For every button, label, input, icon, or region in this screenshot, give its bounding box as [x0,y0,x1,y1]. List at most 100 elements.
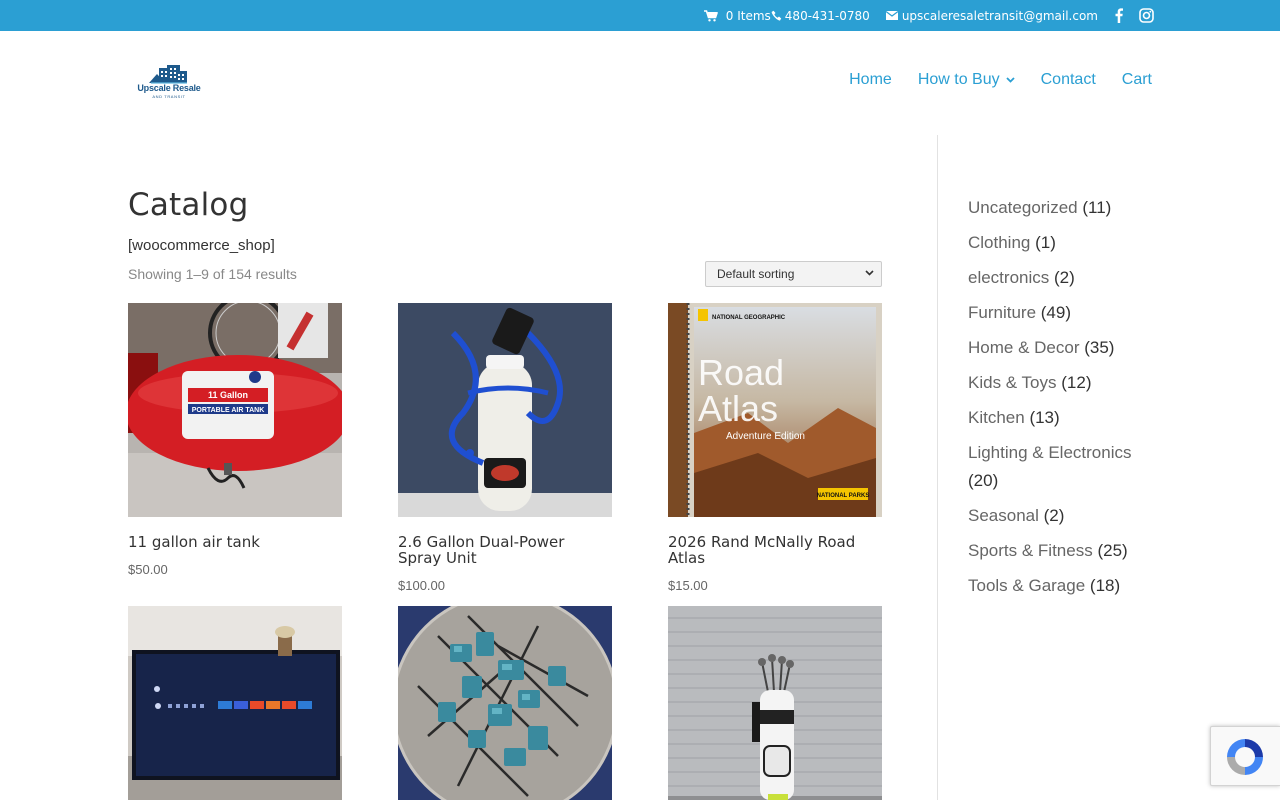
sorting-select[interactable]: Default sorting [705,261,882,287]
phone-link[interactable]: 480-431-0780 [771,9,870,23]
product-card[interactable]: 11 Gallon PORTABLE AIR TANK 11 gallon ai… [128,303,342,577]
category-item[interactable]: Tools & Garage (18) [968,572,1158,600]
product-card[interactable]: NATIONAL GEOGRAPHIC Road Atlas Adventure… [668,303,882,593]
main-nav: Home How to Buy Contact Cart [849,71,1152,89]
category-link[interactable]: Uncategorized [968,198,1078,217]
chevron-down-icon [1005,77,1015,83]
category-link[interactable]: Kitchen [968,408,1025,427]
sorting-select-value: Default sorting [717,267,795,281]
product-price: $50.00 [128,562,168,577]
category-item[interactable]: Kids & Toys (12) [968,369,1158,397]
category-count: (49) [1040,303,1071,322]
top-bar: 0 Items 480-431-0780 upscaleresaletransi… [0,0,1280,31]
category-item[interactable]: Furniture (49) [968,299,1158,327]
category-item[interactable]: Home & Decor (35) [968,334,1158,362]
product-image[interactable]: 11 Gallon PORTABLE AIR TANK [128,303,342,517]
nav-home[interactable]: Home [849,71,892,89]
atlas-subtitle: Adventure Edition [726,431,805,442]
category-count: (2) [1043,506,1065,525]
category-count: (11) [1082,198,1112,217]
golf-bag-photo [668,606,882,800]
category-item[interactable]: Clothing (1) [968,229,1158,257]
category-link[interactable]: Home & Decor [968,338,1079,357]
facebook-icon [1115,8,1123,23]
spray-unit-photo [398,303,612,517]
category-link[interactable]: Tools & Garage [968,576,1085,595]
product-card[interactable] [398,606,612,800]
category-link[interactable]: Seasonal [968,506,1039,525]
product-name[interactable]: 11 gallon air tank [128,534,342,550]
product-image[interactable] [398,606,612,800]
product-card[interactable] [668,606,882,800]
category-link[interactable]: Sports & Fitness [968,541,1093,560]
category-link[interactable]: Furniture [968,303,1036,322]
product-image[interactable] [128,606,342,800]
product-image[interactable] [668,606,882,800]
category-item[interactable]: electronics (2) [968,264,1158,292]
wall-art-photo [398,606,612,800]
cart-link[interactable]: 0 Items [703,8,771,23]
product-name[interactable]: 2026 Rand McNally Road Atlas [668,534,882,566]
instagram-link[interactable] [1139,8,1154,23]
chevron-down-icon [865,270,874,276]
category-link[interactable]: electronics [968,268,1049,287]
category-item[interactable]: Kitchen (13) [968,404,1158,432]
facebook-link[interactable] [1115,8,1123,23]
category-count: (13) [1029,408,1060,427]
category-count: (2) [1054,268,1075,287]
category-item[interactable]: Sports & Fitness (25) [968,537,1158,565]
nav-how-to-buy-label: How to Buy [917,71,1000,88]
product-price: $15.00 [668,578,708,593]
category-count: (18) [1089,576,1121,595]
category-item[interactable]: Lighting & Electronics (20) [968,439,1158,495]
logo-name: Upscale Resale [137,83,201,93]
category-link[interactable]: Kids & Toys [968,373,1057,392]
category-count: (25) [1097,541,1128,560]
category-sidebar: Uncategorized (11) Clothing (1) electron… [968,194,1158,607]
top-bar-contacts: 0 Items 480-431-0780 upscaleresaletransi… [703,0,1154,31]
product-image[interactable]: NATIONAL GEOGRAPHIC Road Atlas Adventure… [668,303,882,517]
nav-cart[interactable]: Cart [1122,71,1152,89]
instagram-icon [1139,8,1154,23]
recaptcha-icon [1227,739,1263,775]
atlas-footer: NATIONAL PARKS [817,493,870,499]
category-item[interactable]: Uncategorized (11) [968,194,1158,222]
recaptcha-badge[interactable] [1210,726,1280,786]
category-count: (12) [1061,373,1092,392]
envelope-icon [885,11,898,20]
product-card[interactable] [128,606,342,800]
site-logo[interactable]: Upscale Resale AND TRANSIT [137,64,201,102]
phone-icon [771,10,781,21]
category-count: (35) [1084,338,1115,357]
category-item[interactable]: Seasonal (2) [968,502,1158,530]
page-title: Catalog [128,187,249,223]
tv-photo [128,606,342,800]
nav-how-to-buy[interactable]: How to Buy [918,71,1015,89]
atlas-brand: NATIONAL GEOGRAPHIC [712,315,786,321]
nav-contact[interactable]: Contact [1041,71,1096,89]
shortcode-text: [woocommerce_shop] [128,237,275,254]
category-link[interactable]: Lighting & Electronics [968,443,1131,462]
phone-number: 480-431-0780 [784,8,870,23]
email-address: upscaleresaletransit@gmail.com [901,8,1098,23]
result-count: Showing 1–9 of 154 results [128,266,297,282]
tank-label-line2: PORTABLE AIR TANK [192,407,265,414]
sidebar-divider [937,135,938,800]
air-tank-photo: 11 Gallon PORTABLE AIR TANK [128,303,342,517]
tank-label-line1: 11 Gallon [208,390,248,400]
building-logo-icon [149,65,187,84]
category-count: (20) [968,471,999,490]
site-header: Upscale Resale AND TRANSIT Home How to B… [0,31,1280,135]
product-name[interactable]: 2.6 Gallon Dual-Power Spray Unit [398,534,612,566]
product-card[interactable]: 2.6 Gallon Dual-Power Spray Unit $100.00 [398,303,612,593]
email-link[interactable]: upscaleresaletransit@gmail.com [885,8,1098,23]
road-atlas-photo: NATIONAL GEOGRAPHIC Road Atlas Adventure… [668,303,882,517]
category-count: (1) [1035,233,1056,252]
category-link[interactable]: Clothing [968,233,1030,252]
logo-tagline: AND TRANSIT [152,94,186,99]
cart-icon [703,9,718,21]
cart-count: 0 Items [725,8,771,23]
atlas-title-line2: Atlas [698,388,778,429]
product-image[interactable] [398,303,612,517]
product-price: $100.00 [398,578,445,593]
